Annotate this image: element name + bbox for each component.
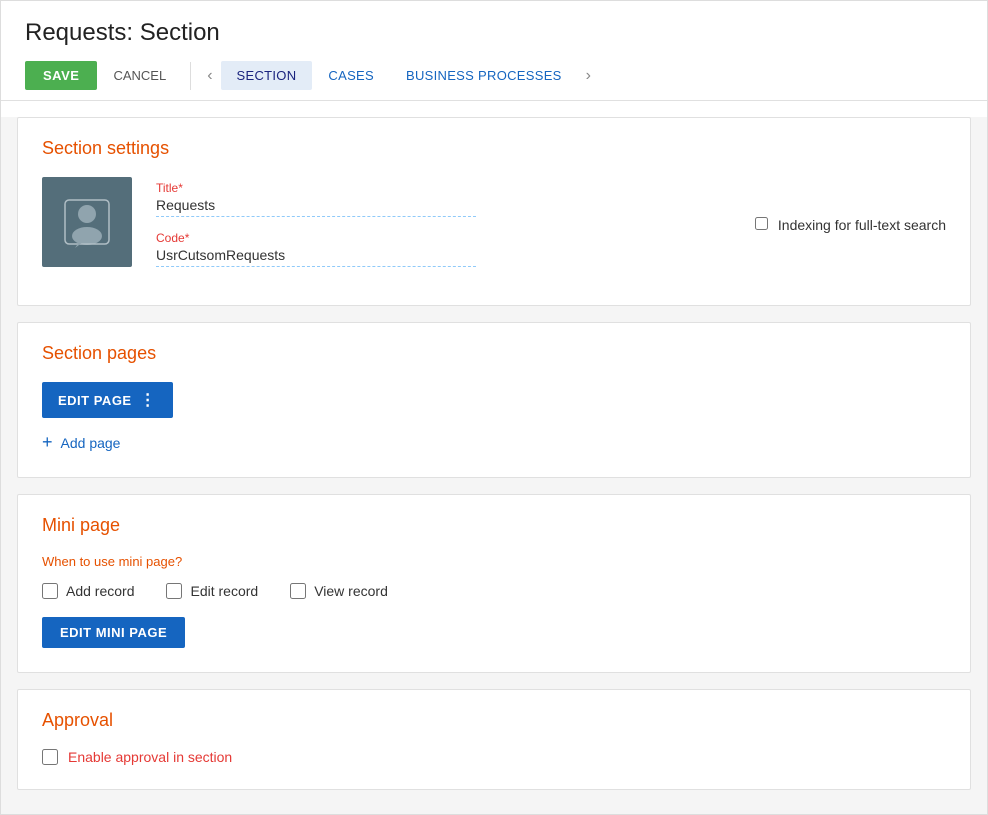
- add-record-checkbox[interactable]: [42, 583, 58, 599]
- title-label: Title*: [156, 181, 731, 195]
- section-settings-heading: Section settings: [42, 138, 946, 159]
- approval-label-accent: in section: [173, 749, 232, 765]
- add-page-row[interactable]: + Add page: [42, 432, 946, 453]
- edit-page-button[interactable]: EDIT PAGE ⋮: [42, 382, 173, 418]
- nav-next-button[interactable]: ›: [578, 63, 599, 89]
- approval-checkbox[interactable]: [42, 749, 58, 765]
- title-value[interactable]: Requests: [156, 197, 476, 217]
- mini-page-card: Mini page When to use mini page? Add rec…: [17, 494, 971, 673]
- indexing-label[interactable]: Indexing for full-text search: [778, 217, 946, 233]
- edit-record-label[interactable]: Edit record: [190, 583, 258, 599]
- view-record-checkbox[interactable]: [290, 583, 306, 599]
- add-page-plus-icon: +: [42, 432, 53, 453]
- section-pages-heading: Section pages: [42, 343, 946, 364]
- tab-cases[interactable]: CASES: [312, 61, 390, 90]
- edit-page-label: EDIT PAGE: [58, 393, 132, 408]
- approval-row: Enable approval in section: [42, 749, 946, 765]
- view-record-label[interactable]: View record: [314, 583, 388, 599]
- view-record-item: View record: [290, 583, 388, 599]
- title-field-group: Title* Requests: [156, 181, 731, 217]
- nav-prev-button[interactable]: ‹: [199, 63, 220, 89]
- page-title: Requests: Section: [25, 19, 963, 47]
- toolbar-divider: [190, 62, 191, 90]
- section-pages-card: Section pages EDIT PAGE ⋮ + Add page: [17, 322, 971, 478]
- cancel-button[interactable]: CANCEL: [97, 61, 182, 90]
- mini-page-heading: Mini page: [42, 515, 946, 536]
- approval-label-prefix: Enable approval: [68, 749, 173, 765]
- section-icon: [42, 177, 132, 267]
- edit-record-checkbox[interactable]: [166, 583, 182, 599]
- section-settings-card: Section settings Title* Request: [17, 117, 971, 306]
- code-label: Code*: [156, 231, 731, 245]
- tab-business-processes[interactable]: BUSINESS PROCESSES: [390, 61, 578, 90]
- save-button[interactable]: SAVE: [25, 61, 97, 90]
- approval-card: Approval Enable approval in section: [17, 689, 971, 790]
- add-page-label[interactable]: Add page: [61, 435, 121, 451]
- mini-page-checkboxes: Add record Edit record View record: [42, 583, 946, 599]
- add-record-item: Add record: [42, 583, 134, 599]
- edit-mini-page-button[interactable]: EDIT MINI PAGE: [42, 617, 185, 648]
- code-value[interactable]: UsrCutsomRequests: [156, 247, 476, 267]
- approval-heading: Approval: [42, 710, 946, 731]
- tab-section[interactable]: SECTION: [221, 61, 313, 90]
- add-record-label[interactable]: Add record: [66, 583, 134, 599]
- approval-label[interactable]: Enable approval in section: [68, 749, 232, 765]
- edit-record-item: Edit record: [166, 583, 258, 599]
- mini-page-description: When to use mini page?: [42, 554, 946, 569]
- indexing-col: Indexing for full-text search: [755, 177, 946, 233]
- code-field-group: Code* UsrCutsomRequests: [156, 231, 731, 267]
- edit-page-menu-icon: ⋮: [140, 390, 157, 410]
- indexing-checkbox[interactable]: [755, 217, 768, 230]
